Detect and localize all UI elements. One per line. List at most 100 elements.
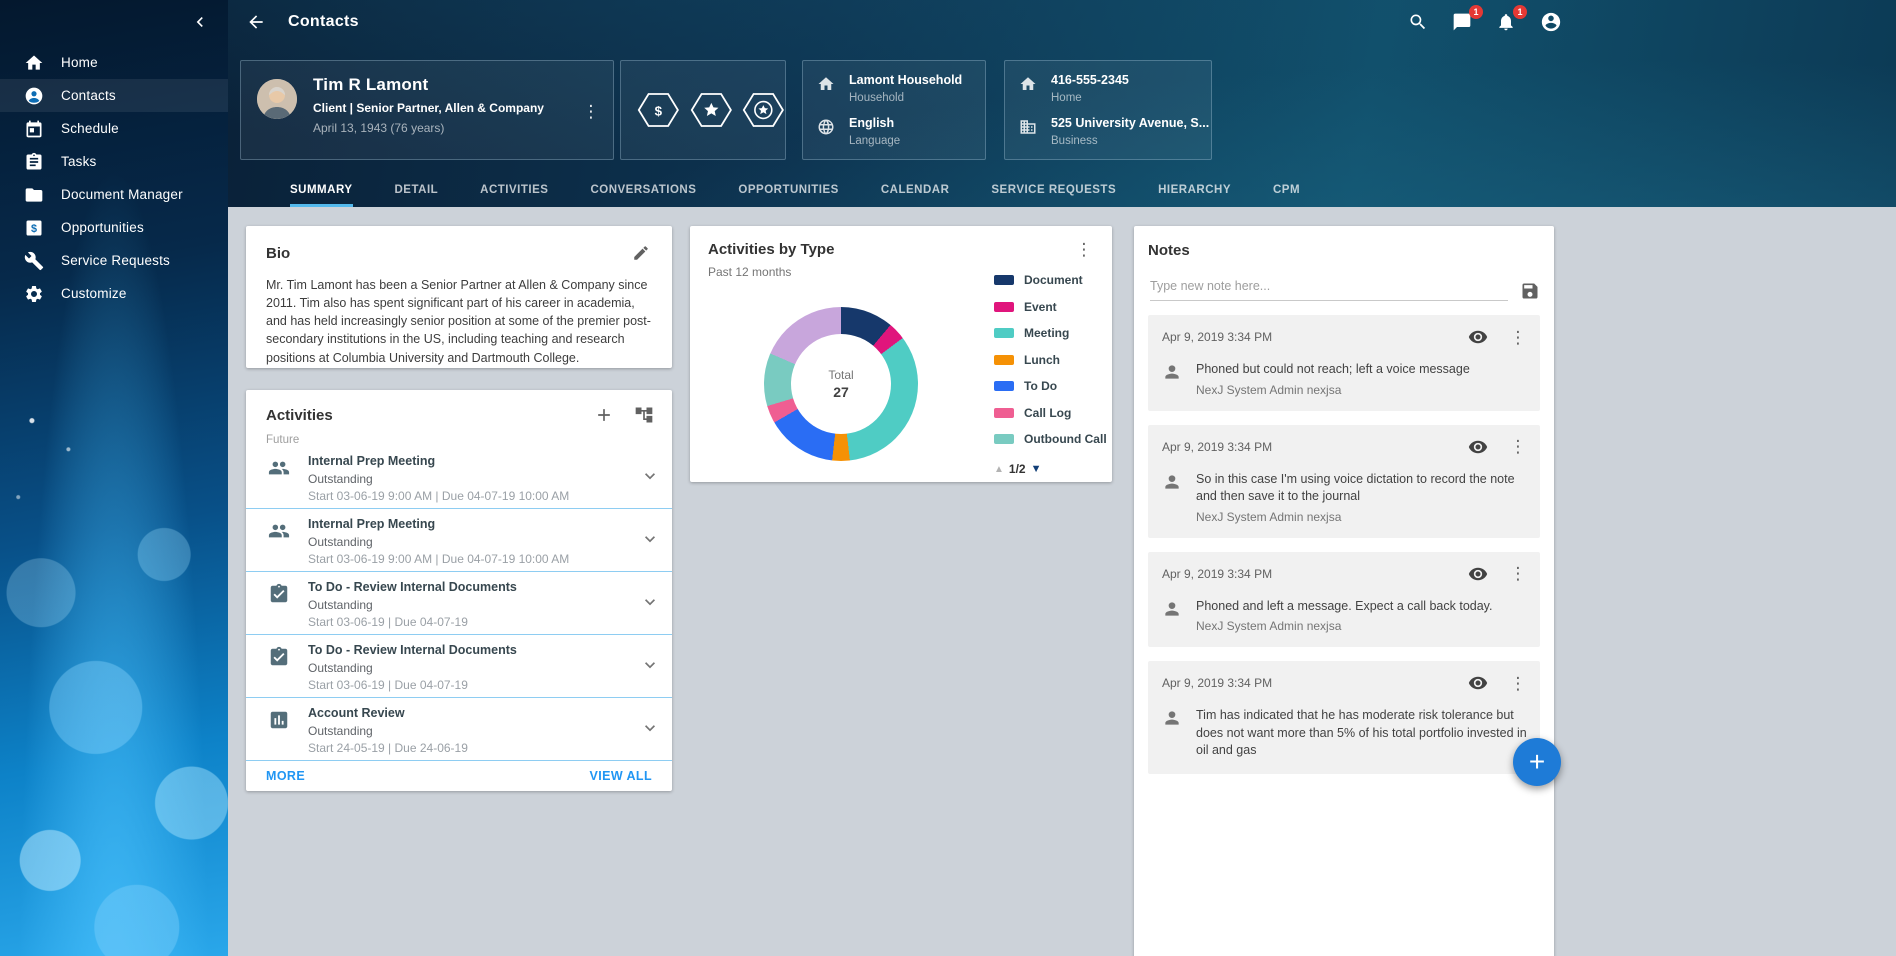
- tab-cpm[interactable]: CPM: [1273, 174, 1300, 207]
- contact-birthdate: April 13, 1943 (76 years): [313, 121, 581, 135]
- topbar-actions: 1 1: [1408, 0, 1564, 44]
- chart-menu-button[interactable]: ⋮: [1074, 241, 1094, 258]
- chevron-down-icon[interactable]: [640, 592, 660, 612]
- note-view-button[interactable]: [1468, 327, 1488, 347]
- back-button[interactable]: [246, 10, 270, 34]
- note-menu-button[interactable]: ⋮: [1508, 565, 1528, 582]
- calendar-icon: [24, 119, 44, 139]
- notifications-button[interactable]: 1: [1496, 10, 1520, 34]
- chevron-down-icon[interactable]: [640, 529, 660, 549]
- household-label: Household: [849, 92, 962, 104]
- page-title: Contacts: [288, 13, 359, 31]
- note-menu-button[interactable]: ⋮: [1508, 329, 1528, 346]
- gear-icon: [24, 284, 44, 304]
- tab-opportunities[interactable]: OPPORTUNITIES: [738, 174, 838, 207]
- note-view-button[interactable]: [1468, 564, 1488, 584]
- sidebar-item-opportunities[interactable]: $ Opportunities: [0, 211, 228, 244]
- note-date: Apr 9, 2019 3:34 PM: [1162, 330, 1468, 344]
- more-button[interactable]: MORE: [266, 769, 305, 783]
- note-view-button[interactable]: [1468, 673, 1488, 693]
- account-circle-icon: [1540, 11, 1562, 33]
- chevron-down-icon[interactable]: [640, 655, 660, 675]
- note-menu-button[interactable]: ⋮: [1508, 675, 1528, 692]
- contact-methods-card: 416-555-2345 Home 525 University Avenue,…: [1004, 60, 1212, 160]
- add-activity-button[interactable]: [594, 405, 614, 425]
- chevron-down-icon[interactable]: [640, 718, 660, 738]
- plus-icon: [594, 405, 614, 425]
- sidebar-nav: Home Contacts Schedule Tasks Document Ma…: [0, 0, 228, 310]
- activity-status: Outstanding: [308, 598, 640, 612]
- account-button[interactable]: [1540, 10, 1564, 34]
- chart-legend: Document Event Meeting Lunch To Do Call …: [994, 272, 1107, 447]
- tab-detail[interactable]: DETAIL: [395, 174, 439, 207]
- star-hexagon-badge[interactable]: [690, 90, 733, 130]
- note-date: Apr 9, 2019 3:34 PM: [1162, 676, 1468, 690]
- address-field[interactable]: 525 University Avenue, S... Business: [1019, 116, 1199, 147]
- activity-row[interactable]: Internal Prep Meeting Outstanding Start …: [246, 509, 672, 572]
- contact-subtitle: Client | Senior Partner, Allen & Company: [313, 101, 581, 115]
- note-date: Apr 9, 2019 3:34 PM: [1162, 440, 1468, 454]
- contact-name: Tim R Lamont: [313, 75, 581, 95]
- note-author: NexJ System Admin nexjsa: [1196, 383, 1470, 397]
- activity-row[interactable]: Account Review Outstanding Start 24-05-1…: [246, 698, 672, 761]
- home-icon: [1019, 75, 1037, 93]
- legend-item[interactable]: To Do: [994, 378, 1107, 394]
- sidebar-item-tasks[interactable]: Tasks: [0, 145, 228, 178]
- eye-icon: [1468, 673, 1488, 693]
- page-up-icon[interactable]: ▲: [994, 464, 1004, 475]
- household-field[interactable]: Lamont Household Household: [817, 73, 973, 104]
- language-field[interactable]: English Language: [817, 116, 973, 147]
- sidebar-collapse-button[interactable]: [190, 10, 214, 34]
- messages-button[interactable]: 1: [1452, 10, 1476, 34]
- search-button[interactable]: [1408, 10, 1432, 34]
- view-all-button[interactable]: VIEW ALL: [590, 769, 652, 783]
- phone-field[interactable]: 416-555-2345 Home: [1019, 73, 1199, 104]
- chevron-down-icon[interactable]: [640, 466, 660, 486]
- sidebar-item-contacts[interactable]: Contacts: [0, 79, 228, 112]
- legend-item[interactable]: Document: [994, 272, 1107, 288]
- new-note-input[interactable]: [1150, 275, 1508, 301]
- tab-calendar[interactable]: CALENDAR: [881, 174, 950, 207]
- arrow-back-icon: [246, 12, 266, 32]
- legend-item[interactable]: Meeting: [994, 325, 1107, 341]
- legend-item[interactable]: Event: [994, 299, 1107, 315]
- sidebar-item-home[interactable]: Home: [0, 46, 228, 79]
- avatar-photo: [257, 79, 297, 119]
- sidebar-item-label: Home: [61, 55, 98, 70]
- tab-summary[interactable]: SUMMARY: [290, 174, 353, 207]
- contact-menu-button[interactable]: ⋮: [581, 75, 601, 147]
- person-icon: [1162, 362, 1182, 382]
- note-view-button[interactable]: [1468, 437, 1488, 457]
- note-menu-button[interactable]: ⋮: [1508, 438, 1528, 455]
- legend-item[interactable]: Outbound Call: [994, 431, 1107, 447]
- page-down-icon[interactable]: ▼: [1031, 463, 1042, 475]
- sidebar-item-schedule[interactable]: Schedule: [0, 112, 228, 145]
- save-note-button[interactable]: [1520, 281, 1540, 301]
- activities-group-label: Future: [246, 434, 672, 446]
- sidebar-item-service-requests[interactable]: Service Requests: [0, 244, 228, 277]
- activities-hierarchy-button[interactable]: [634, 405, 654, 425]
- note-author: NexJ System Admin nexjsa: [1196, 619, 1492, 633]
- tab-service-requests[interactable]: SERVICE REQUESTS: [991, 174, 1116, 207]
- bio-edit-button[interactable]: [632, 243, 652, 263]
- sidebar-item-label: Document Manager: [61, 187, 183, 202]
- tab-conversations[interactable]: CONVERSATIONS: [590, 174, 696, 207]
- sidebar-item-customize[interactable]: Customize: [0, 277, 228, 310]
- note-date: Apr 9, 2019 3:34 PM: [1162, 567, 1468, 581]
- phone-value: 416-555-2345: [1051, 73, 1129, 87]
- tab-hierarchy[interactable]: HIERARCHY: [1158, 174, 1231, 207]
- activity-row[interactable]: Internal Prep Meeting Outstanding Start …: [246, 446, 672, 509]
- eye-icon: [1468, 437, 1488, 457]
- legend-item[interactable]: Lunch: [994, 352, 1107, 368]
- sidebar: Home Contacts Schedule Tasks Document Ma…: [0, 0, 228, 956]
- activity-row[interactable]: To Do - Review Internal Documents Outsta…: [246, 635, 672, 698]
- add-fab-button[interactable]: +: [1513, 738, 1561, 786]
- activity-row[interactable]: To Do - Review Internal Documents Outsta…: [246, 572, 672, 635]
- circled-star-hexagon-badge[interactable]: [742, 90, 785, 130]
- sidebar-item-document-manager[interactable]: Document Manager: [0, 178, 228, 211]
- note-item: Apr 9, 2019 3:34 PM ⋮ Tim has indicated …: [1148, 661, 1540, 774]
- dollar-hexagon-badge[interactable]: $: [637, 90, 680, 130]
- activity-title: To Do - Review Internal Documents: [308, 580, 640, 594]
- tab-activities[interactable]: ACTIVITIES: [480, 174, 548, 207]
- legend-item[interactable]: Call Log: [994, 405, 1107, 421]
